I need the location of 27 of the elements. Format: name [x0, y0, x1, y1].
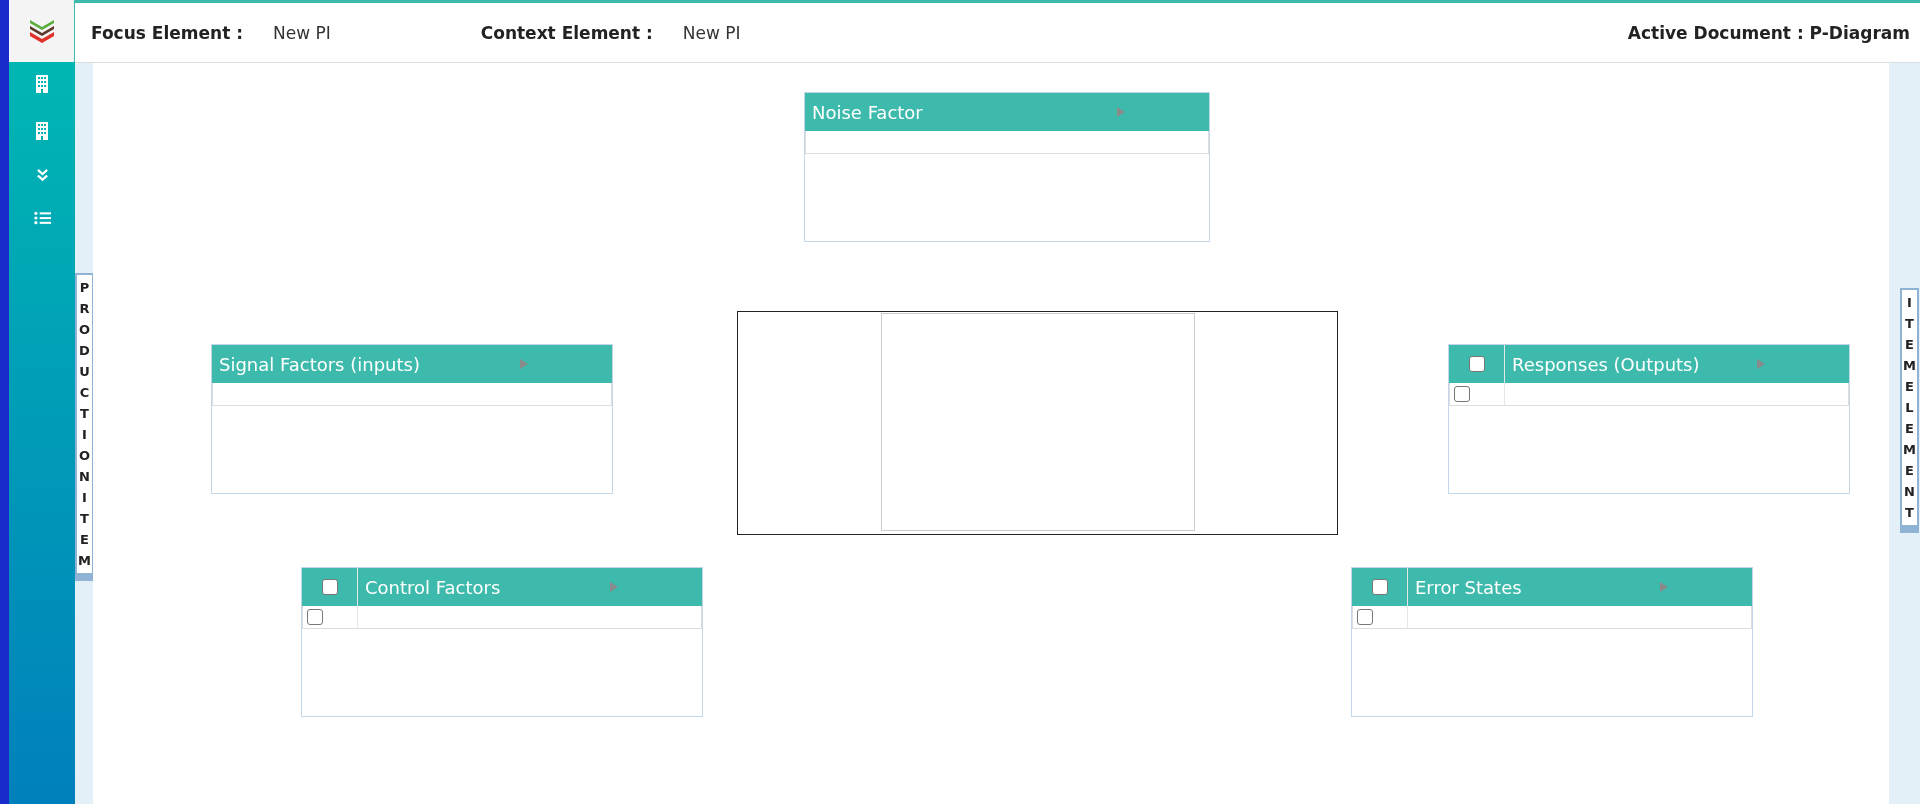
row-checkbox[interactable]	[1454, 386, 1470, 402]
item-element-tab[interactable]: ITEM ELEMENT	[1900, 288, 1919, 533]
context-element-label: Context Element :	[480, 22, 653, 43]
select-all-checkbox[interactable]	[1371, 579, 1388, 595]
panel-title: Responses (Outputs)	[1512, 353, 1700, 375]
active-document-label: Active Document : P-Diagram	[1627, 22, 1910, 43]
building-icon[interactable]	[35, 122, 49, 140]
panel-title: Control Factors	[365, 576, 501, 598]
panel-title: Signal Factors (inputs)	[219, 353, 420, 375]
select-all-checkbox[interactable]	[321, 579, 338, 595]
focus-element-label: Focus Element :	[91, 22, 243, 43]
play-icon[interactable]	[610, 582, 618, 592]
play-icon[interactable]	[1757, 359, 1765, 369]
building-icon[interactable]	[35, 75, 49, 93]
play-icon[interactable]	[1660, 582, 1668, 592]
list-icon[interactable]	[33, 211, 51, 225]
panel-title: Error States	[1415, 576, 1522, 598]
play-icon[interactable]	[1117, 107, 1125, 117]
play-icon[interactable]	[520, 359, 528, 369]
context-element-value: New PI	[682, 22, 741, 43]
double-chevron-down-icon[interactable]	[35, 169, 49, 182]
select-all-checkbox[interactable]	[1468, 356, 1485, 372]
row-checkbox[interactable]	[307, 609, 323, 625]
row-checkbox[interactable]	[1357, 609, 1373, 625]
app-logo[interactable]	[9, 0, 75, 62]
panel-title: Noise Factor	[812, 101, 923, 123]
focus-element-value: New PI	[273, 22, 331, 43]
